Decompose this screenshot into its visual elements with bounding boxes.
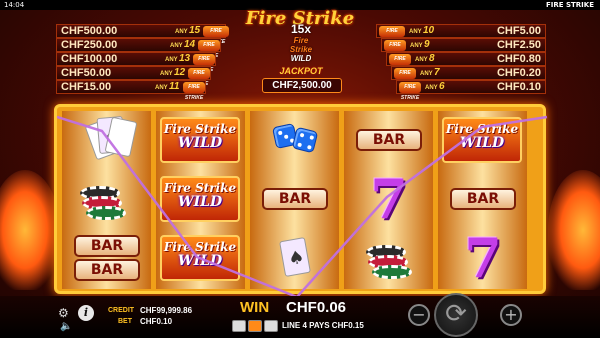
paytable-amount: CHF5.00 xyxy=(496,25,541,37)
any-label: ANY xyxy=(170,43,183,49)
fire-strike-mini-icon: FIRE STRIKE xyxy=(399,82,421,101)
symbol-count: 13 xyxy=(179,53,191,64)
paytable-row-left: CHF100.00 ANY 13 FIRE STRIKE xyxy=(56,52,216,73)
line-win-text: LINE 4 PAYS CHF0.15 xyxy=(282,321,364,330)
paytable-amount: CHF0.20 xyxy=(496,67,541,79)
bet-decrease-button[interactable]: − xyxy=(408,304,430,326)
symbol-count: 14 xyxy=(184,39,196,50)
paytable-row-left: CHF15.00 ANY 11 FIRE STRIKE xyxy=(56,80,206,101)
symbol-count: 10 xyxy=(423,25,435,36)
any-label: ANY xyxy=(165,57,178,63)
fire-strike-mini-icon: FIRE STRIKE xyxy=(394,68,416,87)
clock: 14:04 xyxy=(4,1,25,9)
win-value: CHF0.06 xyxy=(286,299,347,316)
paytable-amount: CHF100.00 xyxy=(61,53,118,65)
paytable-amount: CHF15.00 xyxy=(61,81,112,93)
multiplier: 15x xyxy=(290,22,312,36)
flame-decoration-left xyxy=(0,170,60,290)
paytable-amount: CHF500.00 xyxy=(61,25,118,37)
paytable-row-right: FIRE STRIKE ANY 7 CHF0.20 xyxy=(391,66,546,87)
any-label: ANY xyxy=(425,85,438,91)
center-logo-mid: Strike xyxy=(289,45,313,54)
credit-value: CHF99,999.86 xyxy=(140,306,193,315)
paytable-amount: CHF2.50 xyxy=(496,39,541,51)
symbol-count: 15 xyxy=(189,25,201,36)
paytable-amount: CHF0.80 xyxy=(496,53,541,65)
paytable-row-left: CHF500.00 ANY 15 FIRE STRIKE xyxy=(56,24,229,45)
gear-icon[interactable]: ⚙ xyxy=(58,306,69,320)
paytable-amount: CHF50.00 xyxy=(61,67,112,79)
jackpot-panel: 15x Fire Strike WILD JACKPOT CHF2,500.00 xyxy=(256,22,346,97)
jackpot-value: CHF2,500.00 xyxy=(262,78,342,93)
bet-label: BET xyxy=(118,318,132,325)
any-label: ANY xyxy=(155,85,168,91)
symbol-count: 7 xyxy=(434,67,440,78)
winning-symbols-preview xyxy=(232,320,280,332)
paytable-amount: CHF0.10 xyxy=(496,81,541,93)
fire-strike-mini-icon: FIRE STRIKE xyxy=(193,54,215,73)
any-label: ANY xyxy=(420,71,433,77)
symbol-count: 8 xyxy=(429,53,435,64)
symbol-count: 9 xyxy=(424,39,430,50)
any-label: ANY xyxy=(409,29,422,35)
paytable: CHF500.00 ANY 15 FIRE STRIKE CHF250.00 A… xyxy=(56,22,546,101)
paytable-row-left: CHF50.00 ANY 12 FIRE STRIKE xyxy=(56,66,211,87)
speaker-icon[interactable]: 🔈 xyxy=(60,321,72,332)
fire-strike-mini-icon: FIRE STRIKE xyxy=(183,82,205,101)
credit-label: CREDIT xyxy=(108,307,135,314)
paytable-amount: CHF250.00 xyxy=(61,39,118,51)
wild-mini-icon xyxy=(248,320,262,332)
bet-value: CHF0.10 xyxy=(140,317,173,326)
paytable-row-right: FIRE STRIKE ANY 9 CHF2.50 xyxy=(381,38,546,59)
symbol-count: 6 xyxy=(439,81,445,92)
paytable-row-right: FIRE STRIKE ANY 6 CHF0.10 xyxy=(396,80,546,101)
center-logo: Fire Strike WILD xyxy=(278,36,324,63)
game-stage: 14:04 FIRE STRIKE Fire Strike CHF500.00 … xyxy=(0,0,600,338)
any-label: ANY xyxy=(160,71,173,77)
paytable-row-right: FIRE STRIKE ANY 10 CHF5.00 xyxy=(376,24,546,45)
fire-strike-mini-icon: FIRE STRIKE xyxy=(384,40,406,59)
paytable-row-left: CHF250.00 ANY 14 FIRE STRIKE xyxy=(56,38,221,59)
fire-strike-mini-icon: FIRE STRIKE xyxy=(198,40,220,59)
flame-decoration-right xyxy=(548,170,600,290)
reel-frame: ♠ BAR BAR Fire Strike WILD xyxy=(54,104,548,297)
win-line xyxy=(57,115,548,297)
any-label: ANY xyxy=(410,43,423,49)
info-icon[interactable]: i xyxy=(78,305,94,321)
paytable-row-right: FIRE STRIKE ANY 8 CHF0.80 xyxy=(386,52,546,73)
center-logo-wild: WILD xyxy=(290,54,312,63)
fire-strike-mini-icon: FIRE STRIKE xyxy=(389,54,411,73)
any-label: ANY xyxy=(175,29,188,35)
jackpot-label: JACKPOT xyxy=(279,66,323,76)
symbol-count: 12 xyxy=(174,67,186,78)
center-logo-top: Fire xyxy=(293,36,309,45)
fire-strike-mini-icon: FIRE STRIKE xyxy=(188,68,210,87)
game-name: FIRE STRIKE xyxy=(545,1,594,9)
bet-increase-button[interactable]: + xyxy=(500,304,522,326)
fire-strike-mini-icon: FIRE STRIKE xyxy=(203,26,229,45)
card-mini-icon xyxy=(264,320,278,332)
win-label: WIN xyxy=(240,299,270,316)
symbol-count: 11 xyxy=(169,81,180,92)
card-mini-icon xyxy=(232,320,246,332)
fire-strike-mini-icon: FIRE STRIKE xyxy=(379,26,405,45)
spin-button[interactable]: ⟳ xyxy=(434,293,478,337)
any-label: ANY xyxy=(415,57,428,63)
